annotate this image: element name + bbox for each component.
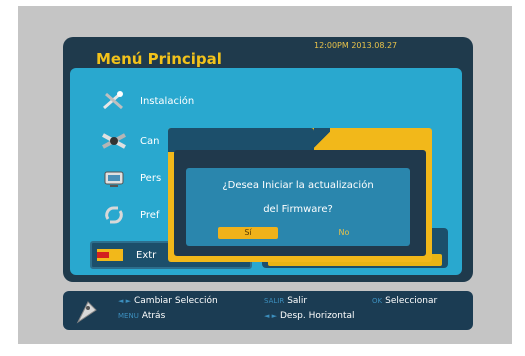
remote-icon bbox=[74, 298, 100, 326]
help-back-label: Atrás bbox=[141, 311, 166, 321]
exit-key-icon: SALIR bbox=[264, 297, 285, 305]
help-back: MENU Atrás bbox=[118, 311, 165, 321]
help-exit: SALIR Salir bbox=[264, 296, 307, 306]
tv-icon bbox=[96, 165, 132, 191]
ok-key-icon: OK bbox=[372, 297, 383, 305]
menu-key-icon: MENU bbox=[118, 312, 139, 320]
dialog-header-tab-corner bbox=[314, 128, 330, 152]
menu-item-label: Can bbox=[140, 135, 160, 147]
menu-item-installation[interactable]: Instalación bbox=[96, 86, 266, 116]
menu-item-label: Instalación bbox=[140, 95, 195, 107]
help-exit-label: Salir bbox=[287, 296, 308, 306]
help-select: OK Seleccionar bbox=[372, 296, 437, 306]
help-scroll: ◄ ► Desp. Horizontal bbox=[264, 311, 355, 321]
scroll-key-icon: ◄ ► bbox=[264, 312, 277, 320]
help-change-label: Cambiar Selección bbox=[134, 296, 218, 306]
dialog-message-line1: ¿Desea Iniciar la actualización bbox=[222, 180, 374, 191]
satellite-icon bbox=[96, 128, 132, 154]
page-title: Menú Principal bbox=[96, 50, 222, 68]
menu-item-label: Extr bbox=[136, 249, 157, 261]
help-select-label: Seleccionar bbox=[385, 296, 438, 306]
refresh-icon bbox=[96, 202, 132, 228]
help-scroll-label: Desp. Horizontal bbox=[280, 311, 355, 321]
flag-icon bbox=[92, 242, 128, 268]
no-button[interactable]: No bbox=[314, 227, 374, 239]
dialog-message-line2: del Firmware? bbox=[263, 204, 333, 215]
tools-icon bbox=[96, 88, 132, 114]
menu-item-label: Pers bbox=[140, 172, 162, 184]
yes-button[interactable]: Sí bbox=[218, 227, 278, 239]
clock-display: 12:00PM 2013.08.27 bbox=[314, 41, 398, 50]
left-right-key-icon: ◄ ► bbox=[118, 297, 131, 305]
dialog-header-tab bbox=[168, 128, 314, 152]
menu-item-label: Pref bbox=[140, 209, 160, 221]
help-change-selection: ◄ ► Cambiar Selección bbox=[118, 296, 218, 306]
